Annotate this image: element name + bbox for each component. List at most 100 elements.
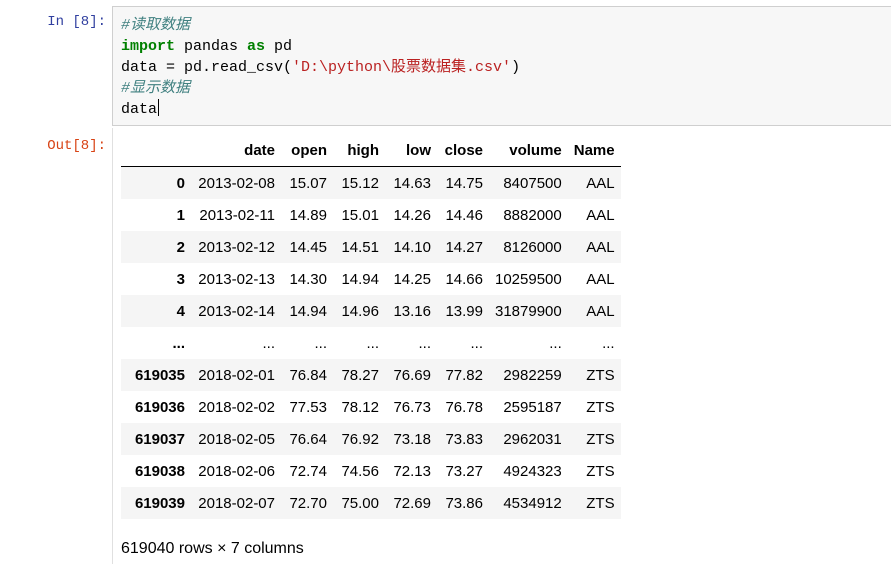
keyword-as: as — [247, 38, 266, 55]
table-row: 4 2013-02-14 14.94 14.96 13.16 13.99 318… — [121, 295, 621, 327]
code-cell-input[interactable]: #读取数据 import pandas as pd data = pd.read… — [112, 6, 891, 126]
cell-high: 15.01 — [341, 206, 379, 224]
code-comment-read: #读取数据 — [121, 17, 191, 34]
cell-close: 73.27 — [445, 462, 483, 480]
cell-close: 13.99 — [445, 302, 483, 320]
cell-date: 2018-02-06 — [198, 462, 275, 480]
table-row: 3 2013-02-13 14.30 14.94 14.25 14.66 102… — [121, 263, 621, 295]
table-row: 619038 2018-02-06 72.74 74.56 72.13 73.2… — [121, 455, 621, 487]
code-editor[interactable]: #读取数据 import pandas as pd data = pd.read… — [121, 15, 520, 120]
output-area: date open high low close volume Name 0 2… — [112, 128, 891, 564]
cell-date: 2018-02-02 — [198, 398, 275, 416]
column-header-name: Name — [567, 134, 621, 167]
table-row: 619035 2018-02-01 76.84 78.27 76.69 77.8… — [121, 359, 621, 391]
cell-close: 14.46 — [445, 206, 483, 224]
code-comment-show: #显示数据 — [121, 80, 191, 97]
cell-date: 2013-02-12 — [198, 238, 275, 256]
cell-name: AAL — [586, 174, 615, 192]
table-row: 0 2013-02-08 15.07 15.12 14.63 14.75 840… — [121, 166, 621, 199]
table-row: 619037 2018-02-05 76.64 76.92 73.18 73.8… — [121, 423, 621, 455]
cell-high: 14.96 — [341, 302, 379, 320]
table-row: 1 2013-02-11 14.89 15.01 14.26 14.46 888… — [121, 199, 621, 231]
row-index: 619036 — [134, 398, 185, 416]
table-row: 619036 2018-02-02 77.53 78.12 76.73 76.7… — [121, 391, 621, 423]
cell-date: 2013-02-11 — [199, 206, 275, 224]
cell-low: 13.16 — [393, 302, 431, 320]
cell-name: ZTS — [586, 398, 615, 416]
row-index: 2 — [176, 238, 185, 256]
cell-open: 14.89 — [289, 206, 327, 224]
cell-volume: 2962031 — [503, 430, 562, 448]
row-index: 619037 — [134, 430, 185, 448]
cell-volume: 8126000 — [503, 238, 562, 256]
column-header-high: high — [333, 134, 385, 167]
module-alias: pd — [265, 38, 293, 55]
row-index: 4 — [176, 302, 185, 320]
table-row-ellipsis: ... ... ... ... ... ... ... ... — [121, 327, 621, 359]
input-prompt: In [8]: — [47, 14, 106, 30]
cell-open: 72.70 — [289, 494, 327, 512]
cell-open: 14.30 — [289, 270, 327, 288]
cell-name: AAL — [586, 302, 615, 320]
keyword-import: import — [121, 38, 176, 55]
cell-volume: 4534912 — [503, 494, 562, 512]
cell-volume: 2982259 — [503, 366, 562, 384]
cell-name: ZTS — [586, 366, 615, 384]
cell-date: 2018-02-07 — [198, 494, 275, 512]
cell-date: 2013-02-08 — [198, 174, 275, 192]
cell-high: 14.94 — [341, 270, 379, 288]
cell-volume: 8882000 — [503, 206, 562, 224]
cell-close: 73.86 — [445, 494, 483, 512]
cell-volume: 2595187 — [503, 398, 562, 416]
text-cursor — [158, 99, 160, 116]
row-index: 1 — [176, 206, 185, 224]
cell-low: 73.18 — [393, 430, 431, 448]
cell-date: ... — [262, 334, 275, 352]
code-assign-prefix: data = pd.read_csv( — [121, 59, 293, 76]
cell-open: ... — [314, 334, 327, 352]
column-header-open: open — [281, 134, 333, 167]
cell-low: 76.69 — [393, 366, 431, 384]
column-header-index — [121, 134, 191, 167]
code-assign-suffix: ) — [511, 59, 521, 76]
cell-volume: 4924323 — [503, 462, 562, 480]
cell-date: 2018-02-05 — [198, 430, 275, 448]
cell-close: 77.82 — [445, 366, 483, 384]
cell-open: 14.45 — [289, 238, 327, 256]
row-index: 619039 — [134, 494, 185, 512]
cell-date: 2018-02-01 — [198, 366, 275, 384]
cell-low: 72.69 — [393, 494, 431, 512]
cell-name: AAL — [586, 238, 615, 256]
cell-close: 14.75 — [445, 174, 483, 192]
cell-low: 72.13 — [393, 462, 431, 480]
cell-high: 78.27 — [341, 366, 379, 384]
cell-close: ... — [470, 334, 483, 352]
module-name: pandas — [175, 38, 248, 55]
dataframe-table: date open high low close volume Name 0 2… — [121, 134, 621, 519]
table-row: 619039 2018-02-07 72.70 75.00 72.69 73.8… — [121, 487, 621, 519]
cell-name: AAL — [586, 206, 615, 224]
row-index: 619038 — [134, 462, 185, 480]
cell-close: 14.66 — [445, 270, 483, 288]
table-row: 2 2013-02-12 14.45 14.51 14.10 14.27 812… — [121, 231, 621, 263]
cell-name: ZTS — [586, 494, 615, 512]
table-header-row: date open high low close volume Name — [121, 134, 621, 167]
cell-open: 14.94 — [289, 302, 327, 320]
row-index: 619035 — [134, 366, 185, 384]
cell-low: 14.25 — [393, 270, 431, 288]
cell-close: 14.27 — [445, 238, 483, 256]
cell-volume: 10259500 — [495, 270, 562, 288]
column-header-low: low — [385, 134, 437, 167]
cell-high: 78.12 — [341, 398, 379, 416]
column-header-date: date — [191, 134, 281, 167]
cell-date: 2013-02-14 — [198, 302, 275, 320]
cell-open: 76.64 — [289, 430, 327, 448]
cell-low: 14.10 — [393, 238, 431, 256]
cell-low: ... — [418, 334, 431, 352]
cell-high: 15.12 — [341, 174, 379, 192]
row-index: 0 — [176, 174, 185, 192]
cell-low: 14.63 — [393, 174, 431, 192]
cell-high: 76.92 — [341, 430, 379, 448]
cell-name: ZTS — [586, 462, 615, 480]
cell-high: 75.00 — [341, 494, 379, 512]
